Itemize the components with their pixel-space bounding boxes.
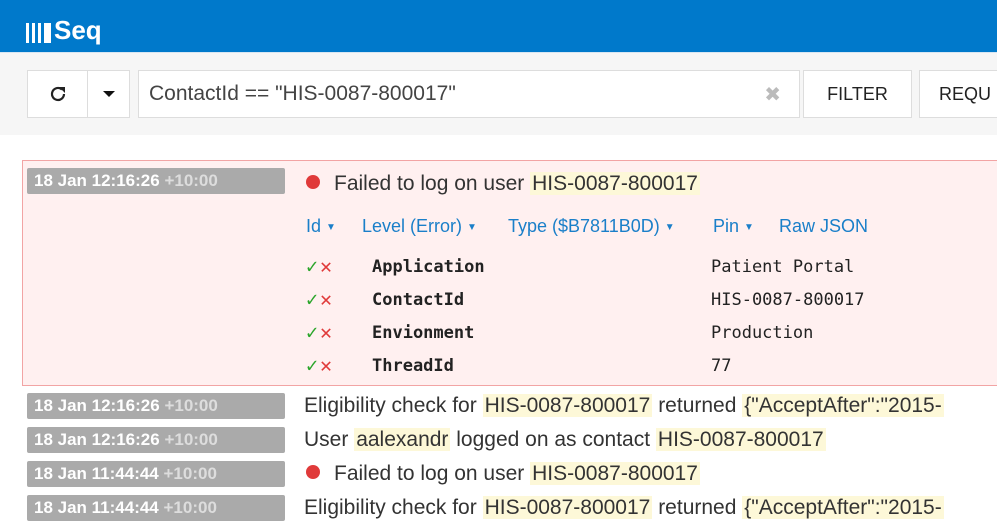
- highlight-token[interactable]: {"AcceptAfter":"2015-: [742, 496, 944, 519]
- property-row: ✓ ✕ ContactId HIS-0087-800017: [306, 287, 865, 311]
- request-label: REQU: [939, 83, 992, 104]
- event-timestamp[interactable]: 18 Jan 12:16:26 +10:00: [27, 393, 285, 419]
- check-icon[interactable]: ✓: [306, 320, 318, 344]
- property-value: Production: [711, 323, 814, 343]
- filter-button[interactable]: FILTER: [803, 70, 912, 118]
- menu-type[interactable]: Type ($B7811B0D) ▼: [508, 216, 675, 237]
- refresh-button[interactable]: [27, 70, 88, 118]
- menu-raw-json[interactable]: Raw JSON: [779, 216, 868, 237]
- check-icon[interactable]: ✓: [306, 353, 318, 377]
- highlight-token[interactable]: {"AcceptAfter":"2015-: [742, 394, 944, 417]
- event-message: Failed to log on user HIS-0087-800017: [306, 172, 700, 196]
- menu-level[interactable]: Level (Error) ▼: [362, 216, 477, 237]
- message-text: returned: [652, 394, 743, 417]
- message-text: Failed to log on user: [334, 462, 531, 485]
- cross-icon[interactable]: ✕: [320, 254, 332, 278]
- request-button[interactable]: REQU: [919, 70, 997, 118]
- message-text: Failed to log on user: [334, 172, 525, 195]
- caret-down-icon: ▼: [664, 222, 675, 233]
- property-row: ✓ ✕ Envionment Production: [306, 320, 813, 344]
- highlight-token[interactable]: HIS-0087-800017: [482, 394, 653, 417]
- timestamp-text: 18 Jan 11:44:44: [34, 498, 159, 517]
- property-key: Envionment: [372, 323, 475, 343]
- menu-id[interactable]: Id ▼: [306, 216, 336, 237]
- event-timestamp[interactable]: 18 Jan 11:44:44 +10:00: [27, 461, 285, 487]
- highlight-token[interactable]: HIS-0087-800017: [482, 496, 653, 519]
- refresh-icon: [50, 86, 65, 102]
- toolbar: ContactId == "HIS-0087-800017" ✖ FILTER …: [0, 52, 997, 135]
- timezone: +10:00: [163, 464, 217, 483]
- filter-label: FILTER: [827, 83, 888, 104]
- timezone: +10:00: [164, 171, 218, 190]
- highlight-token[interactable]: HIS-0087-800017: [530, 172, 700, 195]
- timestamp-text: 18 Jan 11:44:44: [34, 464, 159, 483]
- highlight-token[interactable]: HIS-0087-800017: [530, 462, 700, 485]
- caret-down-icon: ▼: [467, 222, 477, 233]
- message-text: Eligibility check for: [304, 496, 483, 519]
- event-message[interactable]: Eligibility check for HIS-0087-800017 re…: [304, 496, 944, 520]
- timezone: +10:00: [164, 430, 218, 449]
- property-value: 77: [711, 356, 732, 376]
- cross-icon[interactable]: ✕: [320, 353, 332, 377]
- cross-icon[interactable]: ✕: [320, 320, 332, 344]
- cross-icon[interactable]: ✕: [320, 287, 332, 311]
- highlight-token[interactable]: aalexandr: [354, 428, 451, 451]
- event-message[interactable]: Failed to log on user HIS-0087-800017: [306, 462, 700, 486]
- message-text: returned: [652, 496, 743, 519]
- message-text: Eligibility check for: [304, 394, 483, 417]
- property-key: ThreadId: [372, 356, 454, 376]
- caret-down-icon: ▼: [326, 222, 336, 233]
- event-timestamp[interactable]: 18 Jan 12:16:26 +10:00: [27, 427, 285, 453]
- refresh-options-dropdown[interactable]: [87, 70, 130, 118]
- property-key: ContactId: [372, 290, 465, 310]
- timestamp-text: 18 Jan 12:16:26: [34, 430, 160, 449]
- event-timestamp[interactable]: 18 Jan 11:44:44 +10:00: [27, 495, 285, 521]
- error-level-icon: [306, 175, 320, 189]
- close-icon[interactable]: ✖: [764, 82, 781, 107]
- property-value: HIS-0087-800017: [711, 290, 865, 310]
- property-value: Patient Portal: [711, 257, 855, 277]
- message-text: User: [304, 428, 355, 451]
- timezone: +10:00: [163, 498, 217, 517]
- timestamp-text: 18 Jan 12:16:26: [34, 171, 160, 190]
- property-row: ✓ ✕ Application Patient Portal: [306, 254, 854, 278]
- event-message[interactable]: User aalexandr logged on as contact HIS-…: [304, 428, 826, 452]
- check-icon[interactable]: ✓: [306, 254, 318, 278]
- app-header: Seq: [0, 0, 997, 52]
- menu-pin[interactable]: Pin ▼: [713, 216, 754, 237]
- query-input[interactable]: ContactId == "HIS-0087-800017" ✖: [138, 70, 800, 118]
- event-timestamp[interactable]: 18 Jan 12:16:26 +10:00: [27, 168, 285, 194]
- property-key: Application: [372, 257, 485, 277]
- error-level-icon: [306, 465, 320, 479]
- timestamp-text: 18 Jan 12:16:26: [34, 396, 160, 415]
- timezone: +10:00: [164, 396, 218, 415]
- logo-bars-icon: [26, 23, 51, 43]
- app-name: Seq: [54, 15, 102, 45]
- caret-down-icon: [102, 91, 115, 97]
- check-icon[interactable]: ✓: [306, 287, 318, 311]
- message-text: logged on as contact: [450, 428, 656, 451]
- event-message[interactable]: Eligibility check for HIS-0087-800017 re…: [304, 394, 944, 418]
- highlight-token[interactable]: HIS-0087-800017: [655, 428, 826, 451]
- property-row: ✓ ✕ ThreadId 77: [306, 353, 731, 377]
- caret-down-icon: ▼: [744, 222, 754, 233]
- seq-logo[interactable]: Seq: [26, 14, 102, 46]
- query-text: ContactId == "HIS-0087-800017": [149, 82, 456, 105]
